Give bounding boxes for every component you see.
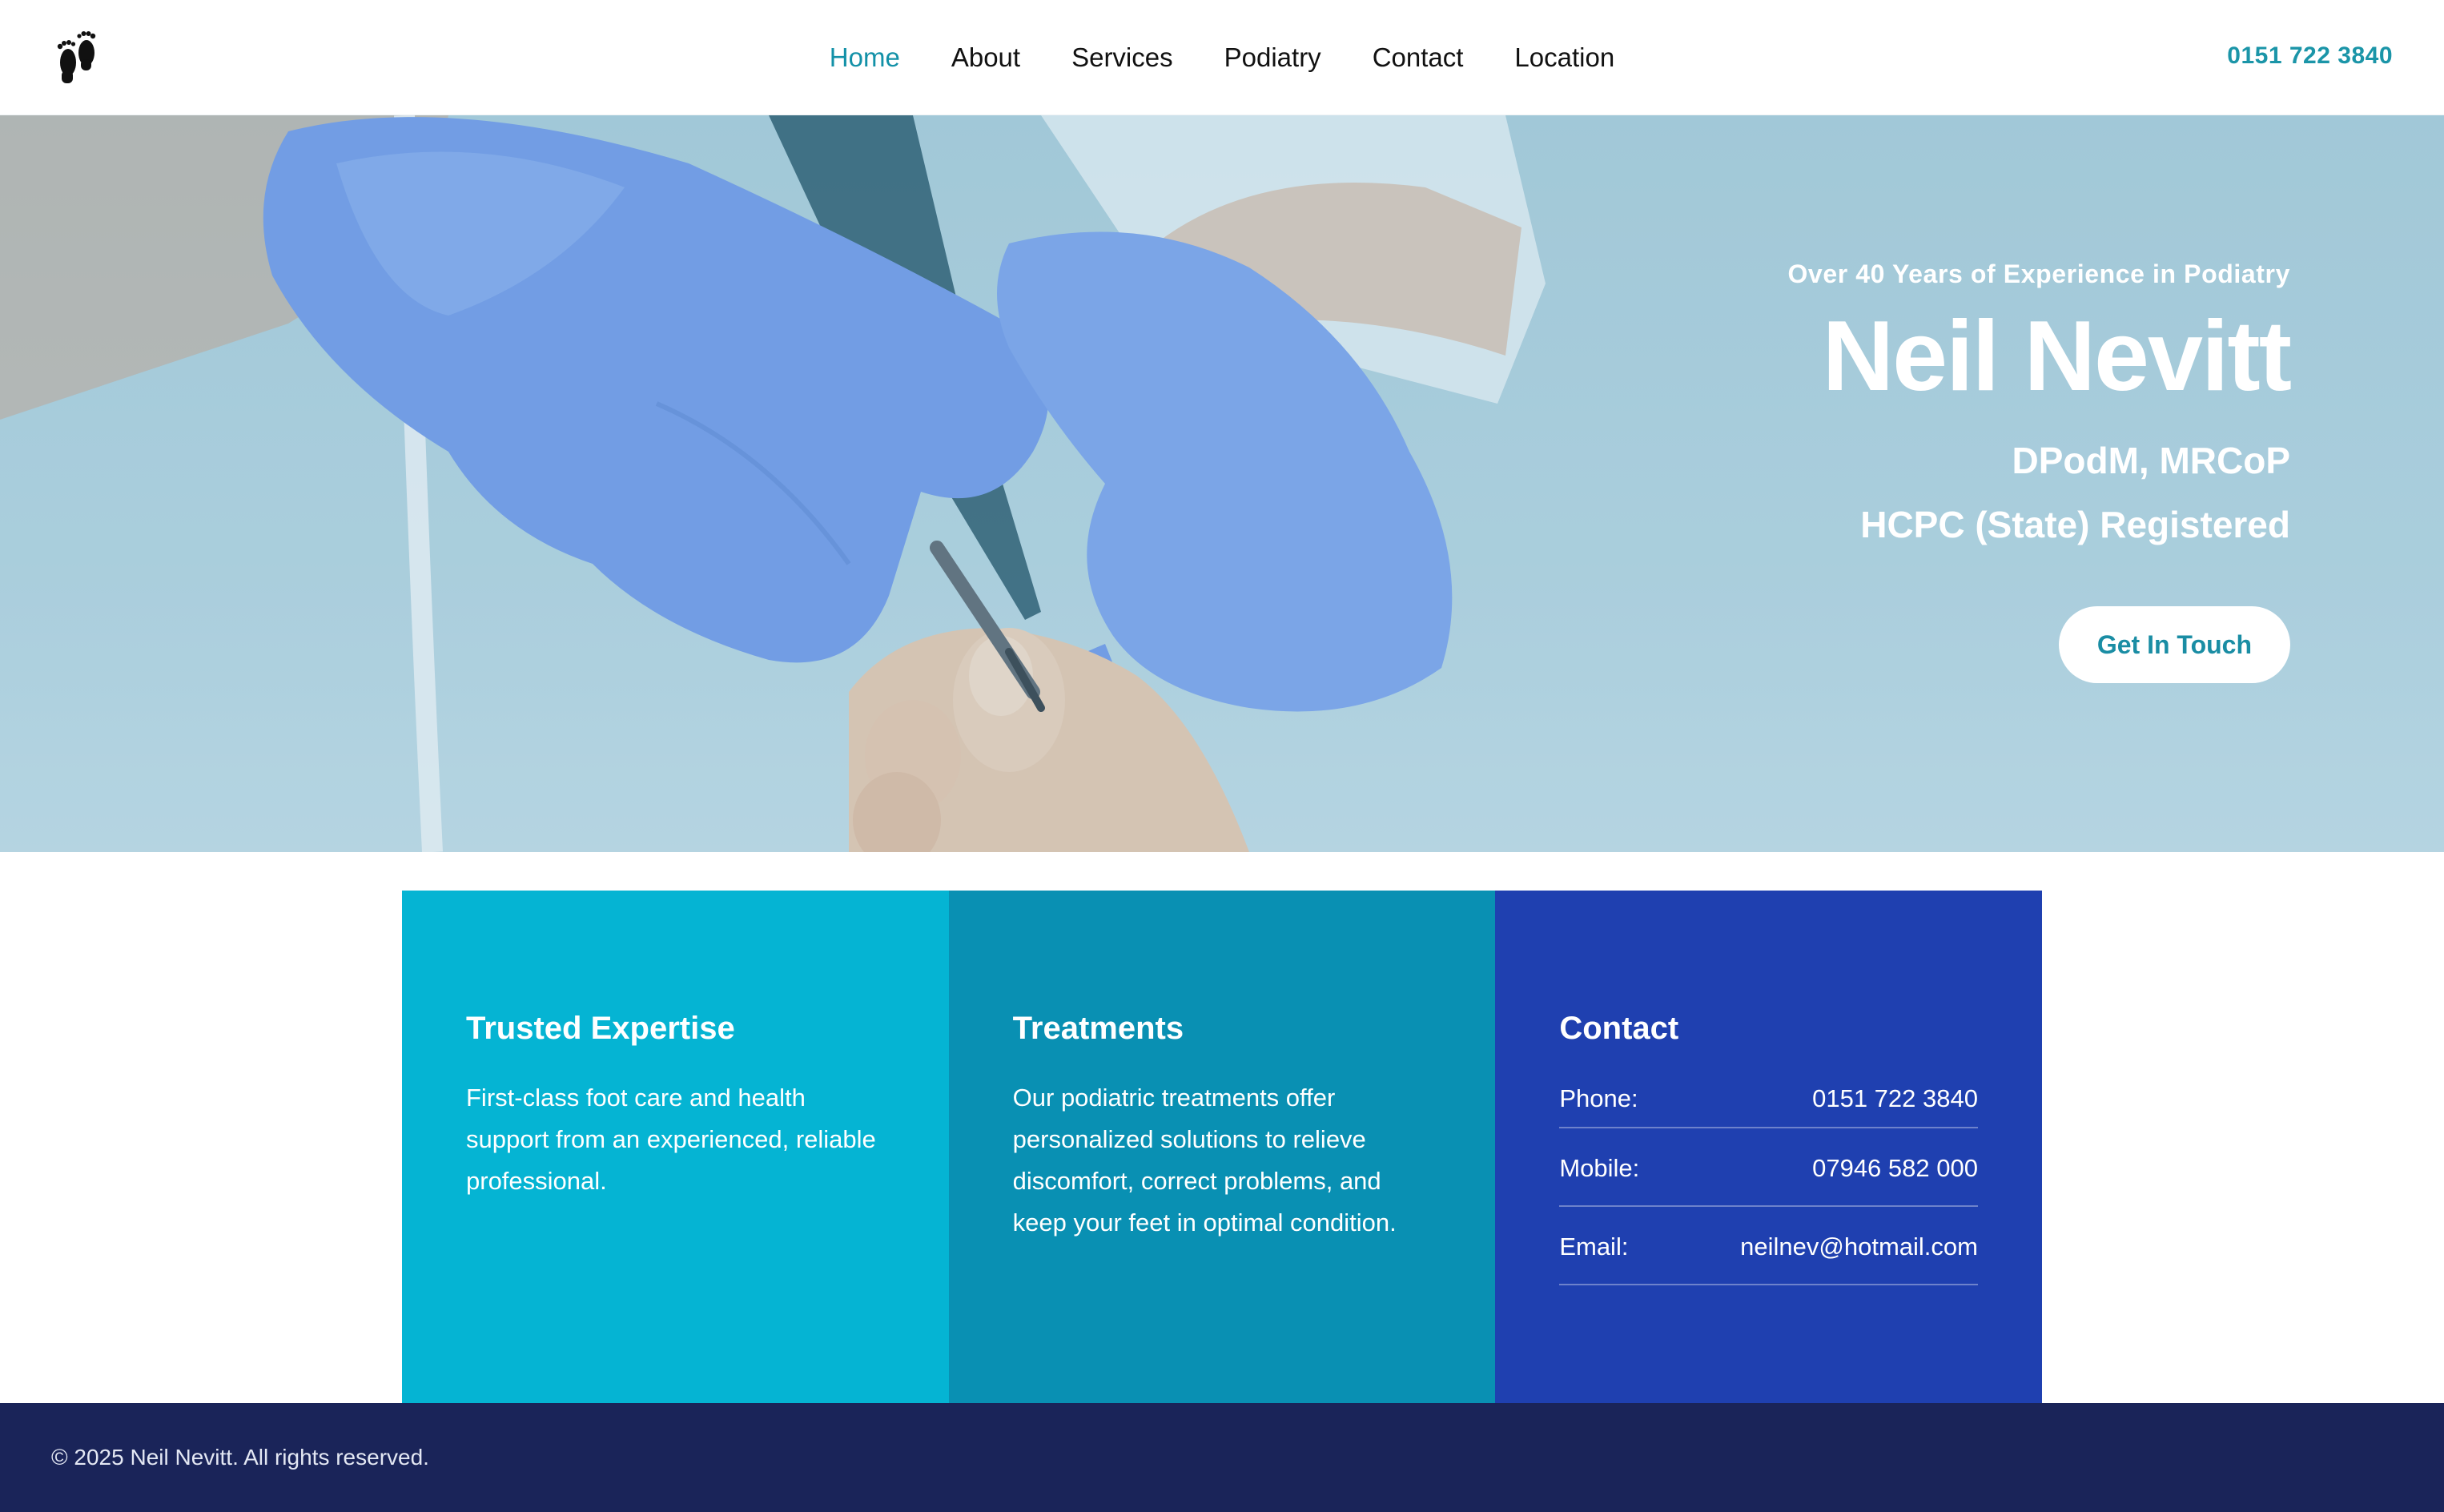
hero-section: Over 40 Years of Experience in Podiatry … [0,115,2444,852]
nav-about[interactable]: About [926,42,1046,73]
site-footer: © 2025 Neil Nevitt. All rights reserved. [0,1403,2444,1512]
contact-email-link[interactable]: neilnev@hotmail.com [1740,1233,1978,1261]
main-nav: Home About Services Podiatry Contact Loc… [0,0,2444,115]
site-header: Home About Services Podiatry Contact Loc… [0,0,2444,115]
contact-phone-link[interactable]: 0151 722 3840 [1812,1084,1978,1113]
contact-row-mobile: Mobile: 07946 582 000 [1559,1128,1978,1207]
nav-podiatry[interactable]: Podiatry [1199,42,1347,73]
card-body: First-class foot care and health support… [466,1084,876,1195]
nav-contact[interactable]: Contact [1347,42,1489,73]
contact-row-phone: Phone: 0151 722 3840 [1559,1068,1978,1128]
contact-label: Phone: [1559,1084,1638,1112]
nav-home[interactable]: Home [804,42,926,73]
nav-location[interactable]: Location [1489,42,1640,73]
hero-registration: HCPC (State) Registered [1860,504,2290,546]
card-title: Treatments [1012,1011,1184,1046]
feature-cards: Trusted Expertise First-class foot care … [402,891,2042,1403]
header-phone-link[interactable]: 0151 722 3840 [2227,42,2393,70]
get-in-touch-button[interactable]: Get In Touch [2058,606,2290,684]
contact-mobile-link[interactable]: 07946 582 000 [1812,1154,1978,1183]
card-treatments: Treatments Our podiatric treatments offe… [948,891,1496,1403]
footer-copyright: © 2025 Neil Nevitt. All rights reserved. [51,1445,429,1470]
page: Home About Services Podiatry Contact Loc… [0,0,2444,1512]
card-contact: Contact Phone: 0151 722 3840 Mobile: 079… [1495,891,2042,1403]
contact-label: Mobile: [1559,1154,1640,1182]
card-trusted-expertise: Trusted Expertise First-class foot care … [402,891,949,1403]
contact-row-email: Email: neilnev@hotmail.com [1559,1207,1978,1285]
hero-eyebrow: Over 40 Years of Experience in Podiatry [1787,259,2290,288]
hero-title: Neil Nevitt [1822,301,2292,412]
card-title: Contact [1559,1011,1679,1046]
hero-credentials: DPodM, MRCoP [2012,440,2290,482]
card-title: Trusted Expertise [466,1011,735,1046]
card-body: Our podiatric treatments offer personali… [1012,1084,1397,1237]
contact-label: Email: [1559,1233,1629,1261]
nav-services[interactable]: Services [1046,42,1199,73]
hero-content: Over 40 Years of Experience in Podiatry … [1409,259,2292,684]
